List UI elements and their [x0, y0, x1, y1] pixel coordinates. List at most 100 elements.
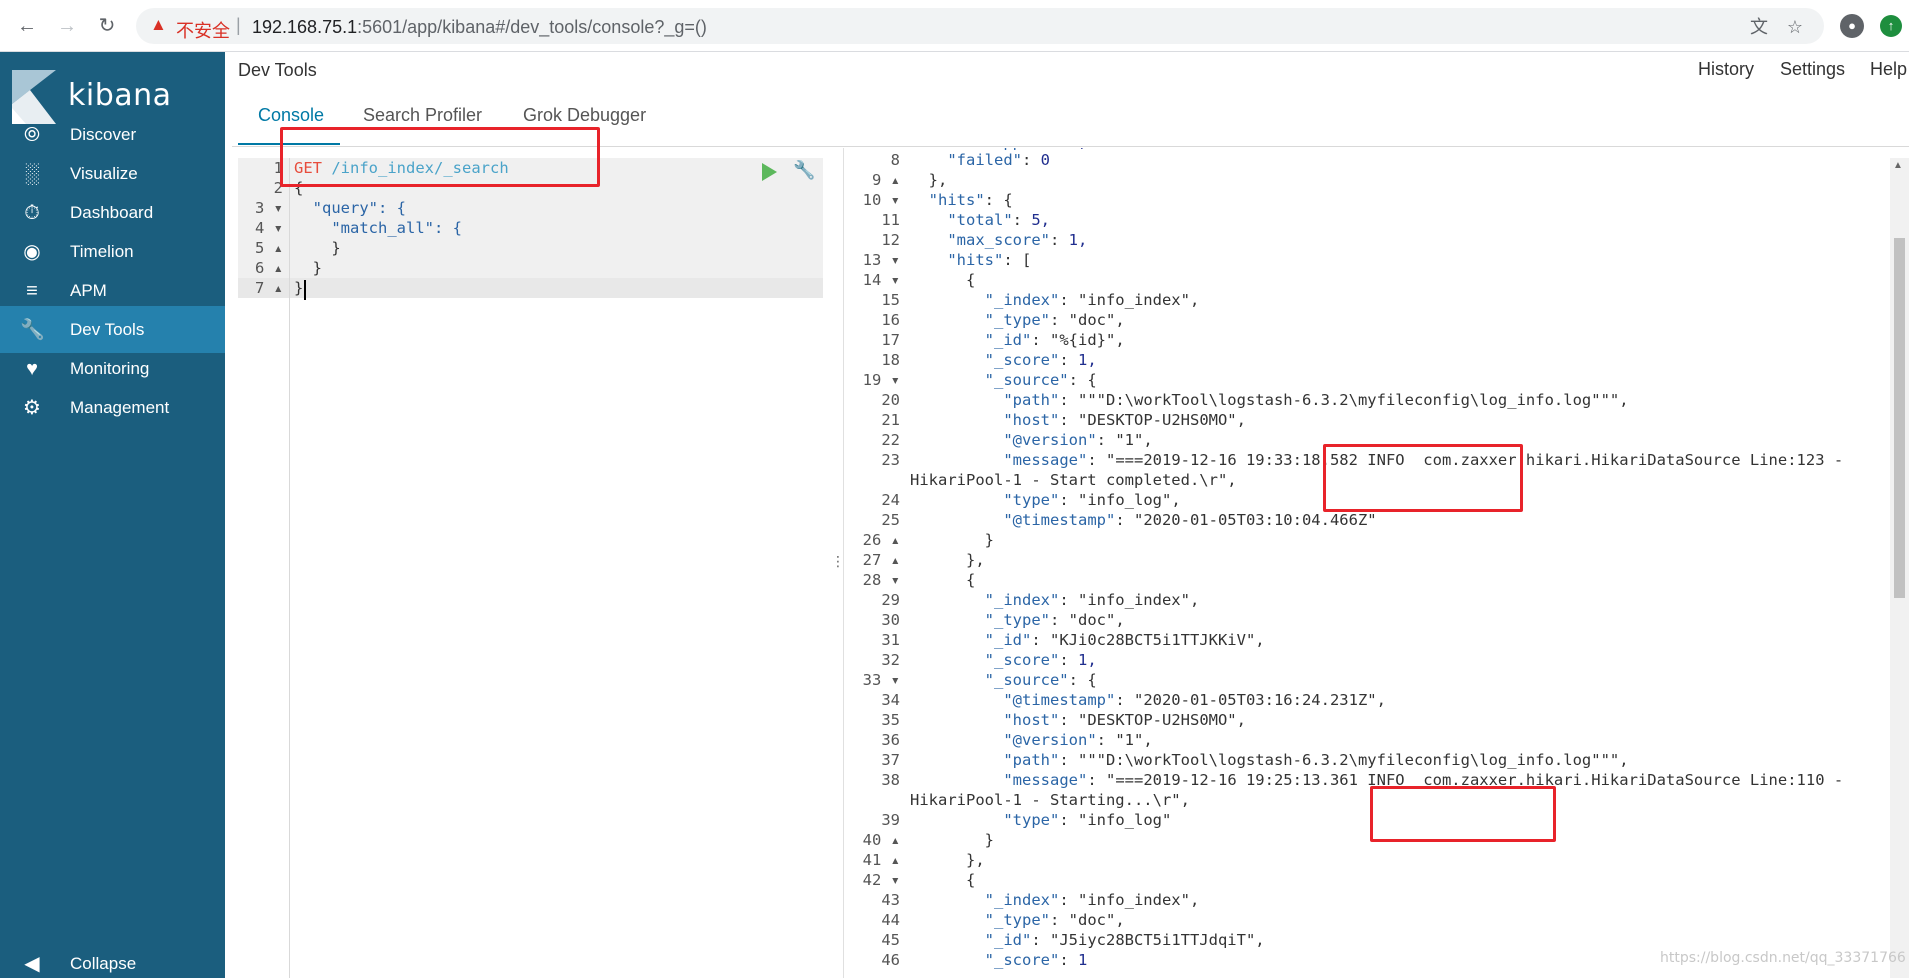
line-number: 9 ▴: [871, 171, 900, 189]
sidebar-item-label: Visualize: [70, 164, 138, 183]
back-icon[interactable]: ←: [14, 13, 40, 39]
watermark: https://blog.csdn.net/qq_33371766: [1660, 950, 1906, 966]
line-number: 7 ▴: [254, 279, 283, 297]
bar-chart-icon: ░: [24, 163, 40, 185]
sidebar-item-label: Dev Tools: [70, 320, 145, 339]
code-line: {: [910, 271, 976, 289]
sidebar-item-management[interactable]: ⚙ Management: [0, 384, 225, 431]
line-number: 31: [881, 631, 900, 649]
line-number: 3 ▾: [254, 199, 283, 217]
tab-search-profiler[interactable]: Search Profiler: [363, 105, 482, 126]
code-line: "_type": "doc",: [984, 311, 1125, 329]
line-number: 17: [881, 331, 900, 349]
code-line: HikariPool-1 - Starting...\r",: [910, 791, 1190, 809]
forward-icon[interactable]: →: [54, 13, 80, 39]
line-number: 34: [881, 691, 900, 709]
code-line: }: [294, 279, 304, 297]
code-line: "@timestamp": "2020-01-05T03:10:04.466Z": [1003, 511, 1377, 529]
help-link[interactable]: Help: [1870, 59, 1907, 80]
line-number: 13 ▾: [862, 251, 900, 269]
code-line: "_source": {: [984, 671, 1097, 689]
line-number: 44: [881, 911, 900, 929]
sidebar-item-label: APM: [70, 281, 107, 300]
response-gutter: 8 9 ▴ 10 ▾ 11 12 13 ▾ 14 ▾ 15 16 17 18 19 ▾ 2…: [844, 148, 906, 978]
code-line: "_score": 1,: [984, 651, 1097, 669]
line-number: 43: [881, 891, 900, 909]
code-line: {: [910, 871, 976, 889]
history-link[interactable]: History: [1698, 59, 1754, 80]
response-viewer[interactable]: 8 9 ▴ 10 ▾ 11 12 13 ▾ 14 ▾ 15 16 17 18 19 ▾ 2…: [843, 148, 1890, 978]
extension-update-icon[interactable]: ↑: [1880, 15, 1902, 37]
code-line: }: [294, 239, 341, 257]
line-number: 25: [881, 511, 900, 529]
sidebar-item-label: Discover: [70, 125, 137, 144]
line-number: 4 ▾: [254, 219, 283, 237]
tab-grok-debugger[interactable]: Grok Debugger: [523, 105, 646, 126]
address-bar[interactable]: ▲ 不安全 | 192.168.75.1:5601/app/kibana#/de…: [136, 8, 1824, 44]
annotation-box: [280, 127, 600, 187]
reload-icon[interactable]: ↻: [94, 13, 120, 39]
line-number: 39: [881, 811, 900, 829]
scroll-up-icon[interactable]: ▲: [1893, 160, 1903, 171]
line-number: 21: [881, 411, 900, 429]
translate-icon[interactable]: 文: [1748, 16, 1770, 38]
line-number: 35: [881, 711, 900, 729]
code-line: "match_all": {: [294, 219, 462, 237]
code-line: "_index": "info_index",: [984, 891, 1200, 909]
scrollbar-thumb[interactable]: [1894, 238, 1905, 598]
url-host: 192.168.75.1: [252, 17, 358, 37]
settings-link[interactable]: Settings: [1780, 59, 1845, 80]
code-line: "@timestamp": "2020-01-05T03:16:24.231Z"…: [1003, 691, 1386, 709]
response-scrollbar[interactable]: ▲: [1890, 158, 1909, 978]
code-line: "@version": "1",: [1003, 731, 1153, 749]
bookmark-star-icon[interactable]: ☆: [1784, 16, 1806, 38]
wrench-icon: 🔧: [20, 319, 45, 341]
wrench-icon[interactable]: 🔧: [793, 160, 815, 182]
line-number: 15: [881, 291, 900, 309]
heartbeat-icon: ♥: [26, 358, 38, 380]
line-number: 14 ▾: [862, 271, 900, 289]
line-number: 24: [881, 491, 900, 509]
line-number: 30: [881, 611, 900, 629]
line-number: 6 ▴: [254, 259, 283, 277]
code-line: },: [910, 551, 985, 569]
timelion-icon: ◉: [23, 241, 41, 263]
request-editor[interactable]: 1 2 3 ▾ 4 ▾ 5 ▴ 6 ▴ 7 ▴ GET /info_index/…: [238, 158, 823, 978]
code-line: HikariPool-1 - Start completed.\r",: [910, 471, 1237, 489]
apm-icon: ≡: [26, 280, 38, 302]
tab-console[interactable]: Console: [258, 105, 324, 126]
sidebar-item-label: Dashboard: [70, 203, 154, 222]
url-text[interactable]: 192.168.75.1:5601/app/kibana#/dev_tools/…: [252, 17, 707, 38]
profile-icon[interactable]: ●: [1840, 14, 1864, 38]
code-line: "_type": "doc",: [984, 911, 1125, 929]
code-line: "@version": "1",: [1003, 431, 1153, 449]
collapse-button[interactable]: ◀ Collapse: [0, 950, 225, 978]
code-line: "type": "info_log": [1003, 811, 1172, 829]
annotation-box: [1323, 444, 1523, 512]
annotation-box: [1370, 786, 1556, 842]
code-line: }: [294, 259, 322, 277]
kibana-sidebar: kibana ⦾ Discover ░ Visualize ⏱ Dashboar…: [0, 52, 225, 978]
code-line: "_index": "info_index",: [984, 591, 1200, 609]
line-number: 42 ▾: [862, 871, 900, 889]
line-number: 37: [881, 751, 900, 769]
line-number: 18: [881, 351, 900, 369]
collapse-icon: ◀: [24, 953, 40, 975]
line-number: 40 ▴: [862, 831, 900, 849]
code-line: "failed": 0: [947, 151, 1050, 169]
code-line: "_id": "KJi0c28BCT5i1TTJKKiV",: [984, 631, 1265, 649]
code-line: "_score": 1,: [984, 351, 1097, 369]
line-number: 19 ▾: [862, 371, 900, 389]
code-line: "host": "DESKTOP-U2HS0MO",: [1003, 711, 1246, 729]
play-icon[interactable]: [762, 163, 777, 181]
sidebar-item-label: Management: [70, 398, 170, 417]
url-path: :5601/app/kibana#/dev_tools/console?_g=(…: [357, 17, 707, 37]
line-number: 41 ▴: [862, 851, 900, 869]
line-number: 10 ▾: [862, 191, 900, 209]
code-line: }: [910, 531, 994, 549]
line-number: 1: [273, 159, 283, 177]
code-line: "_score": 1: [984, 951, 1088, 969]
gear-icon: ⚙: [23, 397, 41, 419]
pane-resizer[interactable]: ⋮: [823, 148, 845, 978]
code-line: {: [910, 571, 976, 589]
